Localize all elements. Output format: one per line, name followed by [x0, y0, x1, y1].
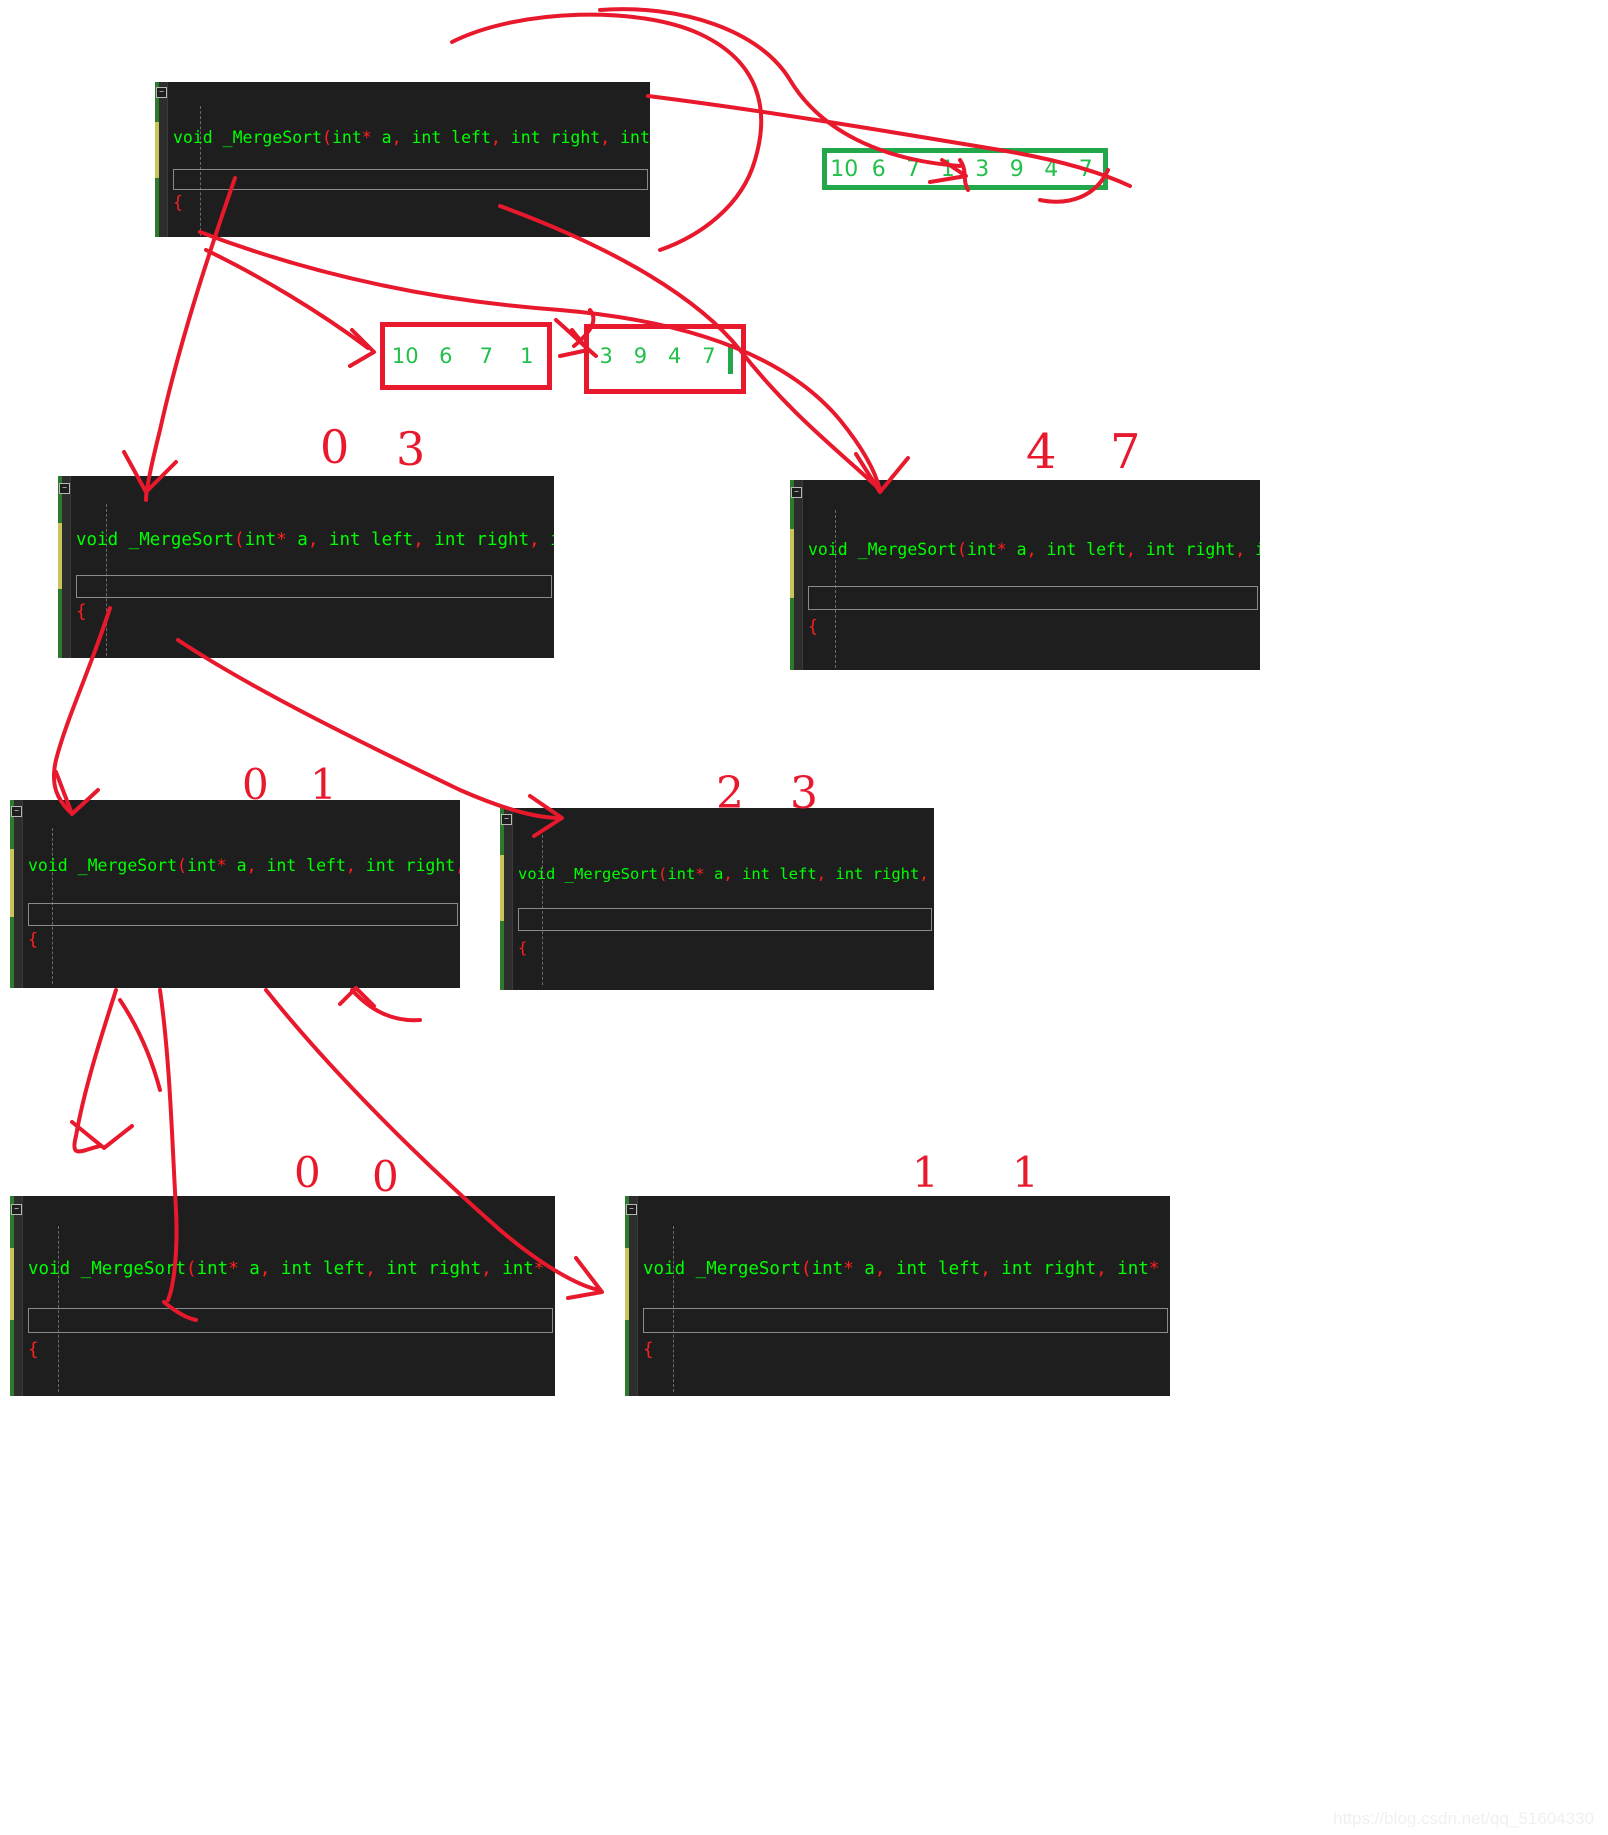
hand-digit-ll-end: 1	[310, 760, 337, 809]
hand-digit-right-end: 7	[1110, 424, 1141, 480]
array-cell: 3	[975, 156, 990, 182]
code-text-leaf-a: void _MergeSort(int* a, int left, int ri…	[28, 1202, 555, 1396]
full-array-values: 10 6 7 1 3 9 4 7	[827, 157, 1103, 182]
left-half-box: 10 6 7 1	[380, 322, 552, 390]
array-cell: 6	[871, 156, 886, 182]
code-block-left-half-call[interactable]: − void _MergeSort(int* a, int left, int …	[58, 476, 554, 658]
code-fold-toggle-icon[interactable]: −	[11, 1204, 22, 1215]
right-half-box: 3 9 4 7	[584, 324, 746, 394]
code-text-right-half: void _MergeSort(int* a, int left, int ri…	[808, 486, 1260, 670]
editor-gutter	[155, 82, 168, 237]
code-text-left-left: void _MergeSort(int* a, int left, int ri…	[28, 804, 460, 988]
code-fold-toggle-icon[interactable]: −	[11, 806, 22, 817]
code-block-leaf-call-b[interactable]: − void _MergeSort(int* a, int left, int …	[625, 1196, 1170, 1396]
left-half-values: 10 6 7 1	[385, 344, 547, 368]
editor-gutter	[10, 800, 23, 988]
arrowhead-lr-return	[338, 986, 376, 1008]
editor-gutter	[790, 480, 803, 670]
code-block-right-half-call[interactable]: − void _MergeSort(int* a, int left, int …	[790, 480, 1260, 670]
array-cell: 1	[940, 156, 955, 182]
array-cell: 4	[1044, 156, 1059, 182]
stroke-ll-down-tail	[118, 998, 162, 1092]
code-block-leaf-call-a[interactable]: − void _MergeSort(int* a, int left, int …	[10, 1196, 555, 1396]
code-block-left-left-call[interactable]: − void _MergeSort(int* a, int left, int …	[10, 800, 460, 988]
array-cell: 7	[1078, 156, 1093, 182]
code-text-root: void _MergeSort(int* a, int left, int ri…	[173, 84, 650, 237]
arrow-left-half-to-lr	[176, 638, 562, 820]
code-fold-toggle-icon[interactable]: −	[156, 87, 167, 98]
arrow-lower-to-lr	[350, 988, 422, 1023]
array-cell: 7	[906, 156, 921, 182]
text-cursor	[728, 344, 733, 374]
code-block-left-right-call[interactable]: − void _MergeSort(int* a, int left, int …	[500, 808, 934, 990]
right-half-values: 3 9 4 7	[589, 344, 741, 374]
hand-digit-leaf-b-end: 1	[1012, 1148, 1039, 1197]
array-cell: 9	[633, 344, 648, 368]
code-block-root-call[interactable]: − void _MergeSort(int* a, int left, int …	[155, 82, 650, 237]
array-cell: 10	[391, 344, 419, 368]
array-cell: 7	[702, 344, 716, 368]
editor-gutter	[10, 1196, 23, 1396]
arrow-to-left-half-box	[204, 248, 370, 350]
hand-digit-ll-begin: 0	[242, 760, 269, 809]
arrow-top-curve-right	[598, 7, 962, 168]
full-array-box: 10 6 7 1 3 9 4 7	[822, 148, 1108, 190]
array-cell: 9	[1009, 156, 1024, 182]
watermark-text: https://blog.csdn.net/qq_51604330	[1333, 1809, 1594, 1828]
array-cell: 3	[599, 344, 613, 368]
code-fold-toggle-icon[interactable]: −	[59, 483, 70, 494]
hand-digit-left-end: 3	[396, 422, 426, 476]
hand-digit-left-begin: 0	[320, 420, 350, 474]
arrowhead-right-lower	[566, 1256, 604, 1300]
hand-digit-leaf-b-begin: 1	[912, 1148, 939, 1197]
code-text-left-right: void _MergeSort(int* a, int left, int ri…	[518, 813, 934, 990]
code-fold-toggle-icon[interactable]: −	[791, 487, 802, 498]
arrow-ll-to-leaf-a	[72, 988, 118, 1154]
hand-digit-leaf-a-begin: 0	[294, 1148, 321, 1197]
hand-digit-lr-begin: 2	[716, 768, 744, 819]
editor-gutter	[500, 808, 513, 990]
hand-digit-lr-end: 3	[790, 768, 818, 819]
code-fold-toggle-icon[interactable]: −	[626, 1204, 637, 1215]
array-cell: 7	[479, 344, 493, 368]
code-text-leaf-b: void _MergeSort(int* a, int left, int ri…	[643, 1202, 1170, 1396]
array-cell: 4	[667, 344, 682, 368]
hand-digit-right-begin: 4	[1026, 424, 1057, 480]
editor-gutter	[58, 476, 71, 658]
annotated-diagram-canvas: − void _MergeSort(int* a, int left, int …	[0, 0, 1608, 1835]
arrowhead-leaf-a	[70, 1120, 134, 1150]
code-text-left-half: void _MergeSort(int* a, int left, int ri…	[76, 480, 554, 658]
arrowhead-left-half-box	[348, 328, 376, 368]
array-cell: 6	[439, 344, 453, 368]
code-fold-toggle-icon[interactable]: −	[501, 814, 512, 825]
array-cell: 1	[520, 344, 534, 368]
editor-gutter	[625, 1196, 638, 1396]
array-cell: 10	[830, 156, 859, 182]
hand-digit-leaf-a-end: 0	[372, 1152, 399, 1201]
